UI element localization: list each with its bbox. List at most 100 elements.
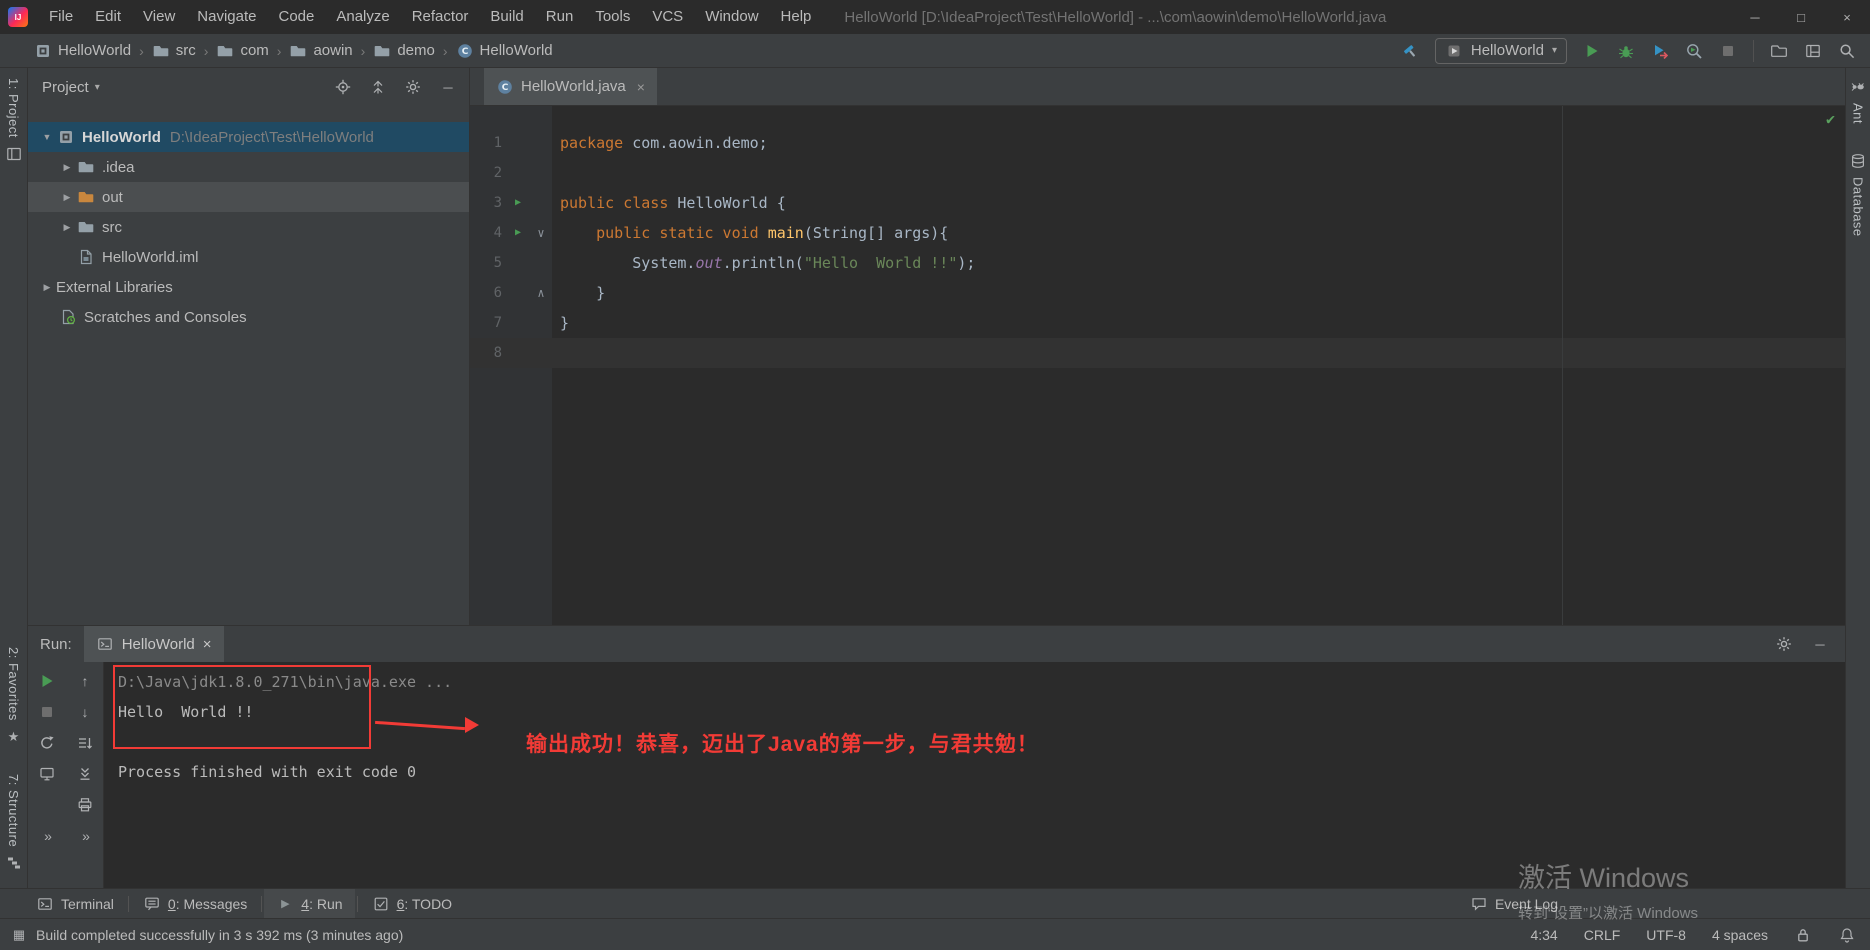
stripe-tab-7-structure[interactable]: 7: Structure	[5, 774, 23, 872]
breadcrumb-com[interactable]: com	[216, 42, 269, 60]
breadcrumb-separator: ›	[360, 42, 366, 59]
toolwindow-switcher-icon[interactable]: ▦	[10, 926, 28, 944]
maximize-button[interactable]: □	[1778, 0, 1824, 34]
menu-tools[interactable]: Tools	[584, 0, 641, 34]
folder-icon	[289, 42, 307, 60]
breadcrumb-aowin[interactable]: aowin	[289, 42, 353, 60]
build-hammer-button-icon[interactable]	[1401, 42, 1419, 60]
editor-tab-helloworld-java[interactable]: C HelloWorld.java ×	[484, 68, 657, 105]
stripe-tab-1-project[interactable]: 1: Project	[5, 78, 23, 163]
run-tab-helloworld[interactable]: HelloWorld ×	[83, 626, 224, 662]
fold-down-icon[interactable]: ∨	[530, 218, 552, 248]
breadcrumb-helloworld[interactable]: C HelloWorld	[456, 42, 553, 60]
hide-panels-button-icon[interactable]	[1804, 42, 1822, 60]
code-line-5: 5 System.out.println("Hello World !!");	[470, 248, 1845, 278]
readonly-lock-icon[interactable]	[1794, 926, 1812, 944]
tree-item-src[interactable]: ▶ src	[28, 212, 469, 242]
close-button[interactable]: ×	[1824, 0, 1870, 34]
expand-arrow-icon[interactable]: ▶	[58, 162, 76, 173]
menu-refactor[interactable]: Refactor	[401, 0, 480, 34]
settings-button-icon[interactable]	[1775, 635, 1793, 653]
up-button-icon[interactable]: ↑	[76, 672, 94, 690]
toolwindow-tab-4-run[interactable]: ▶ 4: Run	[264, 888, 355, 919]
chevron-down-icon[interactable]: ▾	[95, 82, 100, 93]
settings-button-icon[interactable]	[404, 78, 422, 96]
line-number: 8	[493, 345, 502, 361]
down-button-icon[interactable]: ↓	[76, 703, 94, 721]
expand-arrow-icon[interactable]: ▼	[38, 132, 56, 142]
expand-arrow-icon[interactable]: ▶	[58, 222, 76, 233]
more-button-icon[interactable]: »	[38, 827, 56, 845]
event-log-button[interactable]: Event Log	[1470, 895, 1558, 913]
run-line-icon[interactable]: ▶	[506, 188, 530, 218]
hide-button-icon[interactable]: ─	[439, 78, 457, 96]
minimize-button[interactable]: ─	[1732, 0, 1778, 34]
tree-item-out[interactable]: ▶ out	[28, 182, 469, 212]
chevron-down-icon[interactable]: ▾	[1552, 45, 1557, 56]
menu-code[interactable]: Code	[267, 0, 325, 34]
more-button-icon[interactable]: »	[76, 827, 94, 845]
printer-button-icon[interactable]	[76, 796, 94, 814]
indent-widget[interactable]: 4 spaces	[1712, 927, 1768, 943]
tree-item-scratches-and-consoles[interactable]: Scratches and Consoles	[28, 302, 469, 332]
menu-view[interactable]: View	[132, 0, 186, 34]
stop-button-icon[interactable]	[1719, 42, 1737, 60]
scroll-end-button-icon[interactable]	[76, 765, 94, 783]
encoding-widget[interactable]: UTF-8	[1646, 927, 1686, 943]
menu-run[interactable]: Run	[535, 0, 585, 34]
gutter-slot	[530, 248, 552, 278]
rerun-button-icon[interactable]	[38, 672, 56, 690]
monitor-button-icon[interactable]	[38, 765, 56, 783]
restart-button-icon[interactable]	[38, 734, 56, 752]
toolwindow-tab-0-messages[interactable]: 0: Messages	[131, 889, 259, 919]
coverage-button-icon[interactable]	[1651, 42, 1669, 60]
collapse-all-button-icon[interactable]	[369, 78, 387, 96]
toolwindow-tab-terminal[interactable]: Terminal	[24, 889, 126, 919]
menu-navigate[interactable]: Navigate	[186, 0, 267, 34]
expand-arrow-icon[interactable]: ▶	[38, 282, 56, 293]
search-everywhere-button-icon[interactable]	[1838, 42, 1856, 60]
menu-vcs[interactable]: VCS	[641, 0, 694, 34]
toolbar-spacer	[38, 796, 56, 814]
breadcrumb-demo[interactable]: demo	[373, 42, 435, 60]
project-icon	[34, 42, 52, 60]
run-line-icon[interactable]: ▶	[506, 218, 530, 248]
code-editor[interactable]: ✔ 1 package com.aowin.demo; 2 3 ▶ public clas…	[470, 106, 1845, 625]
fold-up-icon[interactable]: ∧	[530, 278, 552, 308]
close-run-tab-icon[interactable]: ×	[203, 636, 212, 653]
profiler-button-icon[interactable]	[1685, 42, 1703, 60]
menu-edit[interactable]: Edit	[84, 0, 132, 34]
close-tab-icon[interactable]: ×	[637, 79, 645, 95]
menu-window[interactable]: Window	[694, 0, 769, 34]
notifications-icon[interactable]	[1838, 926, 1856, 944]
menu-build[interactable]: Build	[479, 0, 534, 34]
hide-button-icon[interactable]: ─	[1811, 635, 1829, 653]
breadcrumb-src[interactable]: src	[152, 42, 196, 60]
inspection-ok-icon[interactable]: ✔	[1826, 110, 1835, 128]
line-separator-widget[interactable]: CRLF	[1584, 927, 1621, 943]
locate-button-icon[interactable]	[334, 78, 352, 96]
breadcrumb-helloworld[interactable]: HelloWorld	[34, 42, 131, 60]
stripe-tab-2-favorites[interactable]: 2: Favorites ★	[5, 647, 23, 746]
toolwindow-folder-button-icon[interactable]	[1770, 42, 1788, 60]
run-button-icon[interactable]	[1583, 42, 1601, 60]
tree-item-idea[interactable]: ▶ .idea	[28, 152, 469, 182]
run-configuration-select[interactable]: HelloWorld ▾	[1434, 37, 1567, 64]
menu-file[interactable]: File	[38, 0, 84, 34]
debug-button-icon[interactable]	[1617, 42, 1635, 60]
project-panel-title[interactable]: Project	[42, 79, 89, 96]
menu-analyze[interactable]: Analyze	[325, 0, 400, 34]
caret-position-widget[interactable]: 4:34	[1530, 927, 1557, 943]
toolwindow-tab-6-todo[interactable]: 6: TODO	[360, 889, 465, 919]
tree-item-label: HelloWorld	[82, 128, 161, 146]
tree-item-helloworld[interactable]: ▼ HelloWorld D:\IdeaProject\Test\HelloWorl…	[28, 122, 469, 152]
stripe-tab-ant[interactable]: Ant	[1849, 78, 1867, 124]
tree-item-helloworld-iml[interactable]: HelloWorld.iml	[28, 242, 469, 272]
folder-icon	[373, 42, 391, 60]
menu-help[interactable]: Help	[770, 0, 823, 34]
tree-item-external-libraries[interactable]: ▶ External Libraries	[28, 272, 469, 302]
sort-button-icon[interactable]	[76, 734, 94, 752]
stop-button-icon[interactable]	[38, 703, 56, 721]
expand-arrow-icon[interactable]: ▶	[58, 192, 76, 203]
stripe-tab-database[interactable]: Database	[1849, 152, 1867, 237]
